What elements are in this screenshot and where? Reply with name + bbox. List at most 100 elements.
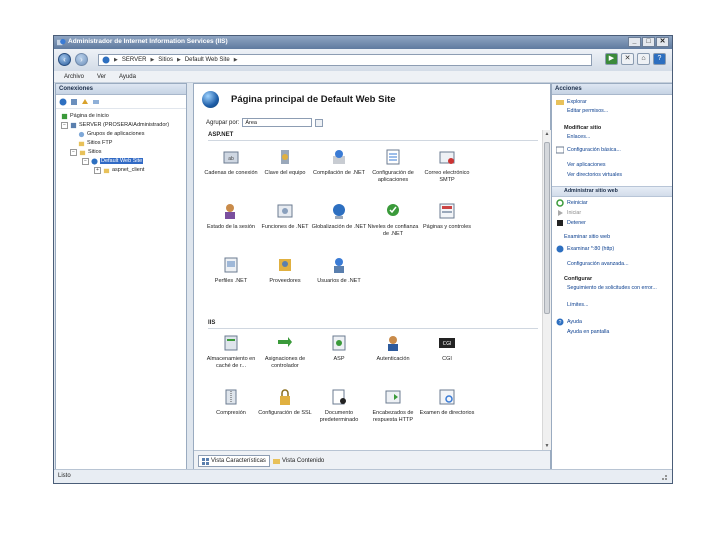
expand-icon[interactable]: + bbox=[94, 166, 101, 174]
action-online-help[interactable]: Ayuda en pantalla bbox=[567, 329, 609, 335]
tree-item-app-pools[interactable]: Grupos de aplicaciones bbox=[78, 130, 144, 138]
menu-file[interactable]: Archivo bbox=[64, 74, 84, 80]
collapse-icon[interactable]: − bbox=[70, 148, 77, 156]
feature-net-globalization[interactable]: Globalización de .NET bbox=[310, 202, 368, 231]
action-start[interactable]: Iniciar bbox=[556, 209, 581, 217]
features-scrollbar[interactable]: ▲ ▼ bbox=[542, 130, 551, 450]
feature-providers[interactable]: Proveedores bbox=[256, 256, 314, 285]
feature-net-profiles[interactable]: Perfiles .NET bbox=[202, 256, 260, 285]
scroll-down-icon[interactable]: ▼ bbox=[543, 442, 551, 450]
action-browse-http[interactable]: Examinar *:80 (http) bbox=[556, 245, 614, 253]
save-icon[interactable] bbox=[70, 98, 78, 106]
scrollbar-thumb[interactable] bbox=[544, 142, 550, 314]
home-icon[interactable]: ⌂ bbox=[637, 53, 650, 65]
action-stop[interactable]: Detener bbox=[556, 219, 586, 227]
machine-key-icon bbox=[281, 150, 289, 164]
computer-icon bbox=[102, 56, 110, 64]
minimize-button[interactable]: _ bbox=[628, 37, 641, 47]
group-by-select[interactable]: Área bbox=[242, 118, 313, 127]
back-button[interactable]: ‹ bbox=[58, 53, 71, 66]
connect-icon[interactable] bbox=[59, 98, 67, 106]
chevron-right-icon: ▶ bbox=[233, 57, 238, 63]
go-icon[interactable]: ▶ bbox=[605, 53, 618, 65]
stop-icon[interactable]: ✕ bbox=[621, 53, 634, 65]
connections-toolbar bbox=[56, 95, 186, 109]
view-tabs: Vista Características Vista Contenido bbox=[194, 450, 550, 471]
action-view-applications[interactable]: Ver aplicaciones bbox=[567, 162, 606, 168]
action-basic-settings[interactable]: Configuración básica... bbox=[556, 146, 621, 154]
feature-directory-browsing[interactable]: Examen de directorios bbox=[418, 388, 476, 417]
menu-help[interactable]: Ayuda bbox=[119, 74, 136, 80]
action-help[interactable]: ? Ayuda bbox=[556, 318, 582, 326]
tree-item-ftp-sites[interactable]: Sitios FTP bbox=[78, 139, 112, 147]
breadcrumb[interactable]: ▶ SERVER ▶ Sitios ▶ Default Web Site ▶ bbox=[98, 54, 592, 66]
group-header-iis[interactable]: IIS bbox=[208, 320, 215, 326]
feature-connection-strings[interactable]: ab Cadenas de conexión bbox=[202, 148, 260, 177]
group-by-row: Agrupar por: Área bbox=[206, 118, 324, 127]
actions-section-manage-site[interactable]: Administrar sitio web bbox=[552, 186, 672, 197]
compilation-icon bbox=[333, 150, 345, 164]
feature-session-state[interactable]: Estado de la sesión bbox=[202, 202, 260, 231]
tree-item-server[interactable]: − SERVER (PROSERA\Administrador) bbox=[61, 121, 169, 129]
collapse-icon[interactable]: − bbox=[61, 121, 68, 129]
feature-default-document[interactable]: Documento predeterminado bbox=[310, 388, 368, 423]
feature-ssl-settings[interactable]: Configuración de SSL bbox=[256, 388, 314, 417]
default-document-icon bbox=[332, 389, 346, 405]
feature-smtp-email[interactable]: Correo electrónico SMTP bbox=[418, 148, 476, 183]
feature-cgi[interactable]: CGI CGI bbox=[418, 334, 476, 363]
forward-button[interactable]: › bbox=[75, 53, 88, 66]
action-view-virtual-dirs[interactable]: Ver directorios virtuales bbox=[567, 172, 622, 178]
tree-item-aspnet-client[interactable]: + aspnet_client bbox=[94, 166, 144, 174]
tree-item-sites[interactable]: − Sitios bbox=[70, 148, 101, 156]
view-toggle-icon[interactable] bbox=[315, 118, 324, 127]
feature-handler-mappings[interactable]: Asignaciones de controlador bbox=[256, 334, 314, 369]
feature-machine-key[interactable]: Clave del equipo bbox=[256, 148, 314, 177]
close-button[interactable]: ✕ bbox=[656, 37, 669, 47]
action-limits[interactable]: Límites... bbox=[567, 302, 589, 308]
collapse-icon[interactable]: − bbox=[82, 157, 89, 165]
tree-item-start-page[interactable]: Página de inicio bbox=[61, 112, 109, 120]
action-failed-request-tracing[interactable]: Seguimiento de solicitudes con error... bbox=[567, 285, 657, 291]
maximize-button[interactable]: □ bbox=[642, 37, 655, 47]
actions-heading-configure: Configurar bbox=[564, 276, 593, 282]
menu-view[interactable]: Ver bbox=[97, 74, 106, 80]
feature-output-caching[interactable]: Almacenamiento en caché de r... bbox=[202, 334, 260, 369]
action-edit-permissions[interactable]: Editar permisos... bbox=[567, 108, 608, 114]
action-advanced-settings[interactable]: Configuración avanzada... bbox=[567, 261, 629, 267]
help-icon[interactable]: ? bbox=[653, 53, 666, 65]
tab-features-view[interactable]: Vista Características bbox=[198, 455, 270, 467]
feature-net-roles[interactable]: Funciones de .NET bbox=[256, 202, 314, 231]
action-bindings[interactable]: Enlaces... bbox=[567, 134, 590, 140]
net-roles-icon bbox=[277, 204, 293, 218]
group-header-aspnet[interactable]: ASP.NET bbox=[208, 132, 233, 138]
feature-net-compilation[interactable]: Compilación de .NET bbox=[310, 148, 368, 177]
feature-net-users[interactable]: Usuarios de .NET bbox=[310, 256, 368, 285]
feature-http-response-headers[interactable]: Encabezados de respuesta HTTP bbox=[364, 388, 422, 423]
features-view-icon bbox=[202, 457, 209, 465]
breadcrumb-sites[interactable]: Sitios bbox=[158, 57, 173, 63]
address-bar: ‹ › ▶ SERVER ▶ Sitios ▶ Default Web Site… bbox=[54, 49, 672, 72]
group-divider bbox=[208, 140, 538, 141]
globe-icon bbox=[91, 157, 98, 165]
tab-content-view[interactable]: Vista Contenido bbox=[270, 455, 327, 467]
browse-icon bbox=[556, 245, 564, 253]
action-explore[interactable]: Explorar bbox=[556, 98, 587, 106]
folder-icon bbox=[79, 150, 86, 155]
feature-compression[interactable]: Compresión bbox=[202, 388, 260, 417]
stop-icon bbox=[557, 220, 563, 226]
resize-grip-icon[interactable] bbox=[660, 473, 668, 481]
feature-authentication[interactable]: Autenticación bbox=[364, 334, 422, 363]
scroll-up-icon[interactable]: ▲ bbox=[543, 130, 551, 138]
feature-net-trust-levels[interactable]: Niveles de confianza de .NET bbox=[364, 202, 422, 237]
action-restart[interactable]: Reiniciar bbox=[556, 199, 588, 207]
feature-app-settings[interactable]: Configuración de aplicaciones bbox=[364, 148, 422, 183]
up-icon[interactable] bbox=[81, 98, 89, 106]
feature-asp[interactable]: ASP bbox=[310, 334, 368, 363]
features-pane: Página principal de Default Web Site Agr… bbox=[193, 83, 551, 471]
breadcrumb-server[interactable]: SERVER bbox=[122, 57, 147, 63]
breadcrumb-site[interactable]: Default Web Site bbox=[185, 57, 230, 63]
delete-connection-icon[interactable] bbox=[92, 98, 100, 106]
feature-pages-controls[interactable]: Páginas y controles bbox=[418, 202, 476, 231]
tree-item-default-web-site[interactable]: − Default Web Site bbox=[82, 157, 144, 165]
start-page-icon bbox=[61, 113, 68, 119]
